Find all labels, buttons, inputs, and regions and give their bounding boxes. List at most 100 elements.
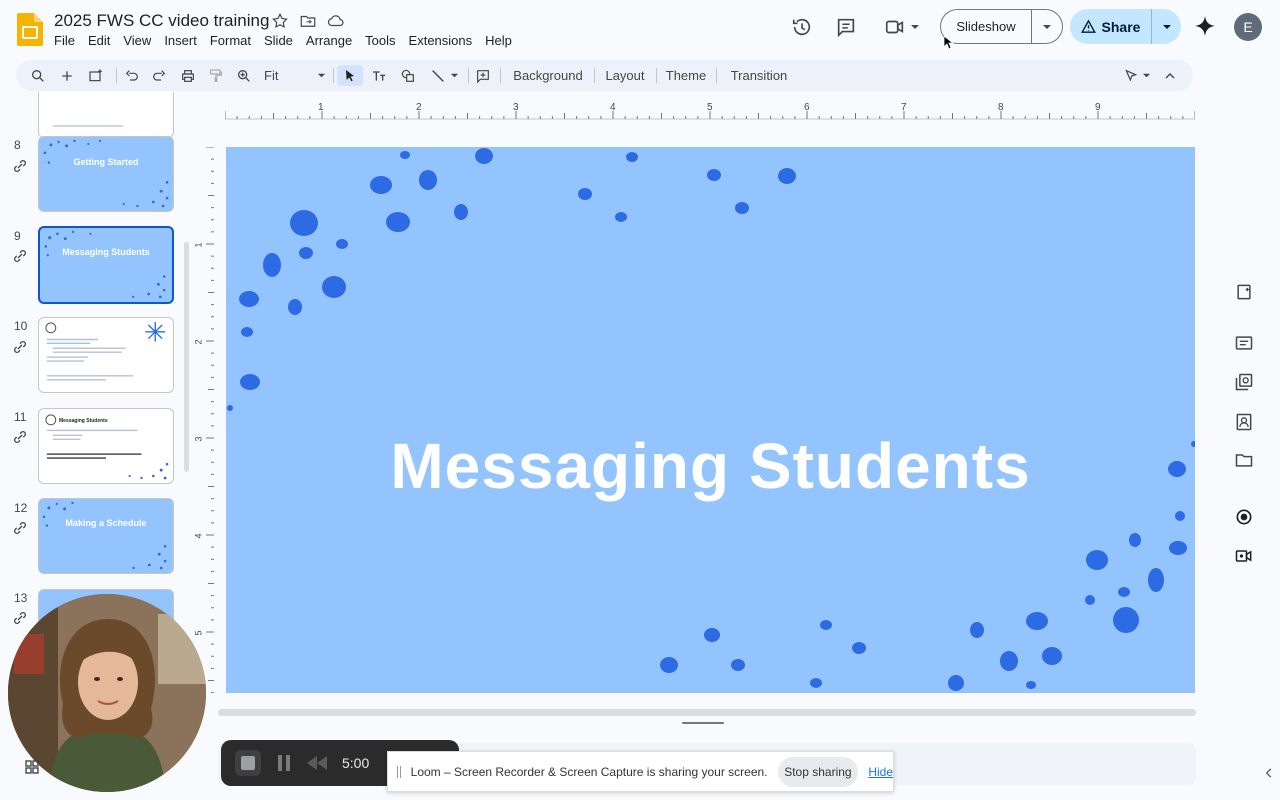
share-label: Share — [1101, 18, 1141, 35]
warning-icon — [1080, 19, 1096, 33]
menu-tools[interactable]: Tools — [365, 33, 402, 48]
menu-format[interactable]: Format — [210, 33, 258, 48]
slide-thumbnail-10[interactable] — [38, 317, 174, 393]
menu-view[interactable]: View — [123, 33, 158, 48]
record-icon[interactable] — [1234, 507, 1254, 527]
search-menus-icon[interactable] — [28, 65, 48, 86]
toolbar-divider — [594, 68, 595, 83]
move-folder-icon[interactable] — [299, 12, 317, 30]
star-icon[interactable] — [271, 12, 289, 30]
slide-thumbnail-8[interactable]: Getting Started — [38, 136, 174, 212]
drive-folder-icon[interactable] — [1234, 450, 1254, 470]
menu-file[interactable]: File — [54, 33, 82, 48]
toolbar-divider — [716, 68, 717, 83]
slides-panel-icon[interactable] — [1234, 333, 1254, 353]
slide-canvas[interactable]: Messaging Students — [226, 147, 1195, 693]
slide-thumbnail-11[interactable]: Messaging Students — [38, 408, 174, 484]
canvas-horizontal-scrollbar[interactable] — [218, 709, 1196, 716]
ruler-label: 5 — [193, 630, 204, 636]
paint-format-icon[interactable] — [206, 65, 226, 86]
menu-help[interactable]: Help — [485, 33, 519, 48]
ruler-label: 2 — [416, 102, 422, 113]
comments-icon[interactable] — [833, 14, 859, 40]
transition-button[interactable]: Transition — [726, 65, 792, 86]
filmstrip-scrollbar[interactable] — [184, 242, 189, 472]
menu-slide[interactable]: Slide — [264, 33, 300, 48]
chevron-left-icon[interactable] — [1262, 766, 1276, 780]
share-button-group: Share — [1070, 9, 1181, 44]
menu-edit[interactable]: Edit — [88, 33, 117, 48]
zoom-select[interactable]: Fit — [264, 65, 326, 86]
slides-logo-icon[interactable] — [17, 13, 43, 46]
contacts-icon[interactable] — [1234, 412, 1254, 432]
layout-button[interactable]: Layout — [600, 65, 650, 86]
version-history-icon[interactable] — [789, 14, 815, 40]
print-icon[interactable] — [178, 65, 198, 86]
text-box-icon[interactable] — [368, 65, 390, 86]
slide-thumbnail-12[interactable]: Making a Schedule — [38, 498, 174, 574]
speaker-notes-resize-handle[interactable] — [682, 722, 724, 724]
slide-thumbnail-7[interactable] — [38, 92, 174, 138]
linked-slide-icon — [14, 341, 26, 353]
background-button[interactable]: Background — [508, 65, 588, 86]
ruler-label: 6 — [804, 102, 810, 113]
linked-slide-icon — [14, 431, 26, 443]
menu-bar: File Edit View Insert Format Slide Arran… — [54, 33, 525, 48]
cloud-saved-icon[interactable] — [327, 12, 345, 30]
zoom-value: Fit — [264, 68, 279, 83]
undo-icon[interactable] — [122, 65, 142, 86]
menu-insert[interactable]: Insert — [164, 33, 204, 48]
thumbnail-content — [45, 321, 166, 381]
editing-mode-select[interactable] — [1120, 65, 1154, 86]
zoom-icon[interactable] — [234, 65, 254, 86]
menu-extensions[interactable]: Extensions — [409, 33, 480, 48]
pause-icon[interactable] — [277, 755, 291, 771]
slideshow-button-group: Slideshow — [940, 9, 1063, 44]
slide-title[interactable]: Messaging Students — [226, 429, 1195, 503]
thumbnail-decoration — [42, 501, 167, 570]
theme-button[interactable]: Theme — [662, 65, 710, 86]
menu-arrange[interactable]: Arrange — [306, 33, 359, 48]
line-icon — [431, 69, 444, 82]
add-comment-icon[interactable] — [473, 65, 493, 86]
chevron-down-icon — [1162, 24, 1171, 29]
drag-handle-icon[interactable] — [397, 765, 401, 778]
slideshow-button[interactable]: Slideshow — [941, 10, 1032, 43]
document-title[interactable]: 2025 FWS CC video training — [54, 11, 269, 31]
gemini-sparkle-icon[interactable] — [1194, 15, 1216, 37]
share-button[interactable]: Share — [1070, 9, 1152, 44]
slide-number: 13 — [14, 591, 28, 605]
select-tool-icon[interactable] — [337, 65, 363, 86]
meet-video-icon[interactable] — [882, 14, 922, 40]
grid-icon[interactable] — [25, 760, 39, 774]
share-options-button[interactable] — [1152, 9, 1181, 44]
slideshow-options-button[interactable] — [1032, 10, 1062, 43]
account-avatar[interactable]: E — [1234, 13, 1262, 41]
vertical-ruler[interactable] — [200, 147, 214, 693]
library-icon[interactable] — [1234, 372, 1254, 392]
toolbar: Fit Background Layout Theme Transition — [16, 60, 1193, 91]
chevron-down-icon — [450, 73, 458, 78]
new-slide-icon[interactable] — [57, 65, 77, 86]
linked-slide-icon — [14, 250, 26, 262]
stop-sharing-button[interactable]: Stop sharing — [777, 756, 859, 787]
collapse-menus-icon[interactable] — [1160, 65, 1180, 86]
video-record-icon[interactable] — [1234, 546, 1254, 566]
stop-recording-button[interactable] — [235, 750, 261, 776]
slide-thumbnail-9-selected[interactable]: Messaging Students — [38, 226, 174, 304]
thumbnail-decoration — [44, 230, 166, 299]
mouse-pointer-icon — [944, 36, 954, 50]
ruler-label: 5 — [707, 102, 713, 113]
new-slide-layout-icon[interactable] — [86, 65, 106, 86]
keep-notes-icon[interactable] — [1234, 282, 1254, 302]
toolbar-divider — [116, 68, 117, 83]
shape-icon[interactable] — [398, 65, 418, 86]
line-tool[interactable] — [426, 65, 462, 86]
ruler-label: 4 — [610, 102, 616, 113]
rewind-icon[interactable] — [307, 756, 327, 770]
chevron-down-icon — [1142, 73, 1151, 78]
ruler-label: 8 — [998, 102, 1004, 113]
screen-sharing-notice: Loom – Screen Recorder & Screen Capture … — [387, 751, 894, 792]
hide-notice-link[interactable]: Hide — [868, 765, 893, 779]
redo-icon[interactable] — [149, 65, 169, 86]
